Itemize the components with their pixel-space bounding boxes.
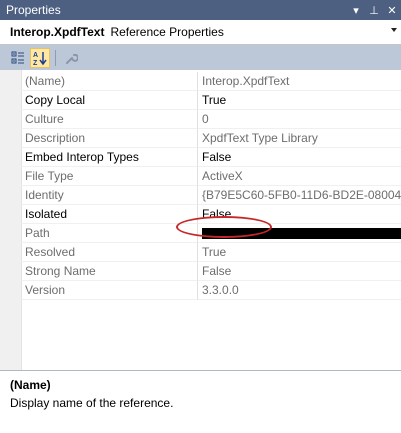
property-value: 0 bbox=[197, 110, 401, 129]
properties-toolbar: A Z bbox=[0, 45, 401, 70]
property-value[interactable]: False bbox=[197, 205, 401, 224]
property-row[interactable]: Strong Name False bbox=[0, 262, 401, 281]
object-type: Reference Properties bbox=[110, 25, 224, 39]
property-row[interactable]: Embed Interop Types False bbox=[0, 148, 401, 167]
property-row[interactable]: (Name) Interop.XpdfText bbox=[0, 72, 401, 91]
property-value: XpdfText Type Library bbox=[197, 129, 401, 148]
property-name: Strong Name bbox=[21, 262, 197, 281]
property-row[interactable]: File Type ActiveX bbox=[0, 167, 401, 186]
svg-text:A: A bbox=[33, 52, 38, 59]
toolbar-separator bbox=[55, 49, 56, 66]
window-position-dropdown-icon[interactable]: ▾ bbox=[347, 0, 365, 20]
alphabetical-sort-icon[interactable]: A Z bbox=[30, 47, 50, 68]
property-row[interactable]: Identity {B79E5C60-5FB0-11D6-BD2E-0800460… bbox=[0, 186, 401, 205]
property-name: Description bbox=[21, 129, 197, 148]
property-value: False bbox=[197, 262, 401, 281]
svg-text:Z: Z bbox=[33, 60, 38, 66]
property-name: Copy Local bbox=[21, 91, 197, 110]
description-pane: (Name) Display name of the reference. bbox=[0, 371, 401, 433]
description-title: (Name) bbox=[10, 378, 51, 392]
property-row[interactable]: Isolated False bbox=[0, 205, 401, 224]
property-value bbox=[197, 224, 401, 243]
properties-window: Properties ▾ ⊥ ✕ Interop.XpdfText Refere… bbox=[0, 0, 401, 433]
description-text: Display name of the reference. bbox=[10, 396, 174, 410]
redacted-path-bar bbox=[202, 228, 401, 239]
property-grid: (Name) Interop.XpdfText Copy Local True Cult… bbox=[0, 70, 401, 371]
property-row[interactable]: Resolved True bbox=[0, 243, 401, 262]
property-row[interactable]: Version 3.3.0.0 bbox=[0, 281, 401, 300]
property-name: Culture bbox=[21, 110, 197, 129]
property-name: (Name) bbox=[21, 72, 197, 91]
title-buttons: ▾ ⊥ ✕ bbox=[347, 0, 401, 20]
property-value: 3.3.0.0 bbox=[197, 281, 401, 300]
property-value[interactable]: False bbox=[197, 148, 401, 167]
property-name: Path bbox=[21, 224, 197, 243]
property-name: Embed Interop Types bbox=[21, 148, 197, 167]
object-selector[interactable]: Interop.XpdfText Reference Properties bbox=[0, 20, 401, 45]
property-row[interactable]: Copy Local True bbox=[0, 91, 401, 110]
property-name: Isolated bbox=[21, 205, 197, 224]
categorized-icon[interactable] bbox=[8, 48, 28, 68]
property-pages-wrench-icon[interactable] bbox=[61, 48, 81, 68]
window-title: Properties bbox=[6, 3, 61, 17]
property-row[interactable]: Culture 0 bbox=[0, 110, 401, 129]
property-value: True bbox=[197, 243, 401, 262]
property-row[interactable]: Path bbox=[0, 224, 401, 243]
pin-icon[interactable]: ⊥ bbox=[365, 0, 383, 20]
property-row[interactable]: Description XpdfText Type Library bbox=[0, 129, 401, 148]
property-name: Identity bbox=[21, 186, 197, 205]
chevron-down-icon[interactable] bbox=[391, 28, 397, 32]
property-value: Interop.XpdfText bbox=[197, 72, 401, 91]
object-name: Interop.XpdfText bbox=[10, 25, 105, 39]
property-name: File Type bbox=[21, 167, 197, 186]
title-bar[interactable]: Properties ▾ ⊥ ✕ bbox=[0, 0, 401, 20]
close-icon[interactable]: ✕ bbox=[383, 0, 401, 20]
property-value: {B79E5C60-5FB0-11D6-BD2E-08004608 bbox=[197, 186, 401, 205]
property-value: ActiveX bbox=[197, 167, 401, 186]
property-value[interactable]: True bbox=[197, 91, 401, 110]
property-name: Resolved bbox=[21, 243, 197, 262]
property-name: Version bbox=[21, 281, 197, 300]
